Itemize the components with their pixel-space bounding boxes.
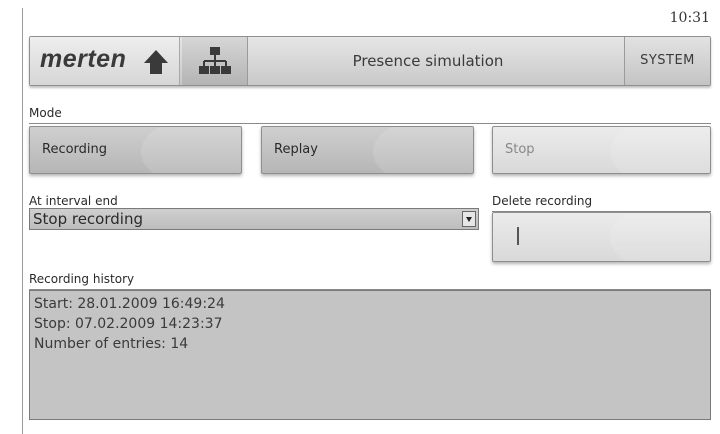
recording-history-box: Start: 28.01.2009 16:49:24 Stop: 07.02.2… — [29, 290, 711, 420]
interval-end-select[interactable]: Stop recording — [29, 208, 479, 230]
mode-label: Mode — [29, 106, 705, 124]
interval-end-value: Stop recording — [33, 210, 143, 228]
system-button[interactable]: SYSTEM — [624, 37, 710, 85]
history-start-line: Start: 28.01.2009 16:49:24 — [34, 296, 225, 312]
interval-end-label: At interval end — [29, 194, 478, 212]
history-entries-line: Number of entries: 14 — [34, 336, 189, 352]
delete-icon — [517, 227, 519, 245]
network-button[interactable] — [182, 37, 248, 85]
brand-area[interactable]: merten — [30, 37, 180, 85]
replay-button[interactable]: Replay — [261, 126, 474, 174]
page-title: Presence simulation — [352, 52, 504, 70]
recording-history-label: Recording history — [29, 272, 712, 290]
recording-button[interactable]: Recording — [29, 126, 242, 174]
top-bar: merten Presence simulation SYSTEM — [29, 36, 711, 86]
delete-recording-button[interactable] — [492, 212, 711, 262]
stop-button-label: Stop — [505, 142, 535, 157]
home-icon — [144, 50, 168, 74]
brand-logo: merten — [40, 45, 127, 73]
delete-recording-label: Delete recording — [492, 194, 712, 212]
network-icon — [199, 47, 231, 74]
replay-button-label: Replay — [274, 142, 318, 157]
stop-button[interactable]: Stop — [492, 126, 711, 174]
recording-button-label: Recording — [42, 142, 108, 157]
history-stop-line: Stop: 07.02.2009 14:23:37 — [34, 316, 223, 332]
presence-simulation-screen: 10:31 merten Presence simulation SYSTEM — [22, 8, 712, 434]
chevron-down-icon[interactable] — [462, 211, 476, 227]
clock: 10:31 — [669, 10, 710, 26]
